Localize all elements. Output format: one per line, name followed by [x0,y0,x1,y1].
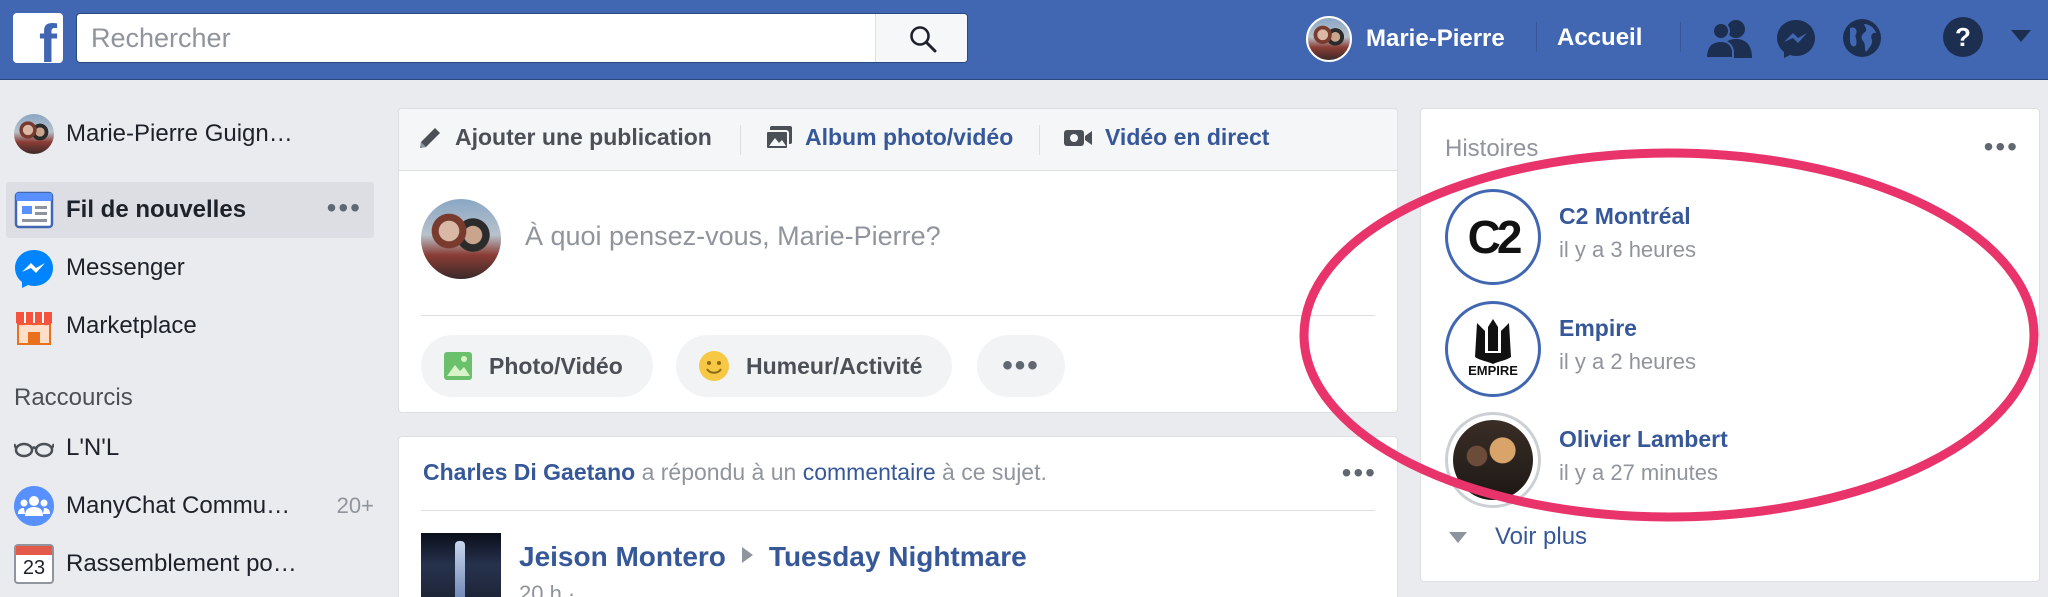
top-navigation-bar: f Marie-Pierre Accueil ? [0,0,2048,80]
live-video-icon [1064,129,1092,146]
chevron-down-icon [1449,531,1467,543]
comment-link[interactable]: commentaire [803,459,936,485]
friends-icon[interactable] [1706,18,1754,58]
avatar [421,199,501,279]
sidebar-item-label: ManyChat Commu… [66,492,291,519]
tab-photo-album[interactable]: Album photo/vidéo [765,124,1013,151]
post-options-icon[interactable]: ••• [1342,457,1377,489]
composer-text-input[interactable]: À quoi pensez-vous, Marie-Pierre? [525,221,941,252]
story-item[interactable]: EMPIRE Empire il y a 2 heures [1445,301,2005,397]
photo-icon [444,352,472,380]
sidebar-item-label: Rassemblement po… [66,550,297,577]
shortcuts-heading: Raccourcis [14,384,133,411]
search-icon [910,26,937,53]
search-input[interactable] [77,14,875,62]
news-feed-icon [14,191,54,229]
photo-video-button[interactable]: Photo/Vidéo [421,335,653,397]
photo-album-icon [765,125,792,150]
divider [421,315,1375,316]
messenger-icon[interactable] [1776,18,1816,58]
profile-name: Marie-Pierre [1366,25,1505,52]
sidebar-item-label: Fil de nouvelles [66,196,247,223]
actor-link[interactable]: Charles Di Gaetano [423,459,635,485]
mood-activity-button[interactable]: Humeur/Activité [676,335,953,397]
avatar [14,114,54,154]
smiley-icon [699,351,729,381]
tab-add-post[interactable]: Ajouter une publication [417,124,712,151]
post-context-header: Charles Di Gaetano a répondu à un commen… [423,459,1047,485]
story-name: Olivier Lambert [1559,426,1728,452]
avatar [1306,16,1352,62]
facebook-logo-icon[interactable]: f [13,13,63,63]
sidebar-item-label: L'N'L [66,434,120,461]
notification-count: 20+ [336,493,374,518]
stories-heading: Histoires [1445,135,1539,162]
arrow-right-icon [741,547,753,563]
profile-link[interactable]: Marie-Pierre [1306,14,1505,64]
shortcut-item-manychat[interactable]: ManyChat Commu… 20+ [6,478,374,534]
avatar [1453,420,1533,500]
sidebar-item-label: Marie-Pierre Guign… [66,120,293,147]
more-options-icon[interactable]: ••• [327,192,362,224]
divider [740,125,741,155]
divider [1680,22,1681,52]
account-menu-caret-icon[interactable] [2011,30,2031,42]
post-composer: Ajouter une publication Album photo/vidé… [398,108,1398,413]
sidebar-item-messenger[interactable]: Messenger [6,240,374,296]
pencil-icon [420,127,440,148]
group-icon [14,486,54,526]
messenger-icon [15,250,53,288]
divider [1536,22,1537,52]
stories-options-icon[interactable]: ••• [1984,131,2019,163]
c2-montreal-logo: C2 [1467,211,1523,263]
glasses-icon [14,442,54,458]
sidebar-item-label: Messenger [66,254,185,281]
sidebar-item-profile[interactable]: Marie-Pierre Guign… [6,106,374,162]
group-link[interactable]: Tuesday Nightmare [769,541,1027,572]
notifications-globe-icon[interactable] [1842,18,1882,58]
sidebar-item-label: Marketplace [66,312,197,339]
composer-tabs: Ajouter une publication Album photo/vidé… [399,109,1397,171]
story-avatar-ring: C2 [1445,189,1541,285]
story-time: il y a 3 heures [1559,237,1696,262]
story-item[interactable]: C2 C2 Montréal il y a 3 heures [1445,189,2005,285]
story-avatar-ring [1445,412,1541,508]
story-avatar-ring: EMPIRE [1445,301,1541,397]
left-sidebar: Marie-Pierre Guign… Fil de nouvelles •••… [0,80,380,597]
help-icon[interactable]: ? [1943,17,1983,57]
sidebar-item-news-feed[interactable]: Fil de nouvelles ••• [6,182,374,238]
see-more-link[interactable]: Voir plus [1449,523,1587,551]
calendar-icon: 23 [14,544,54,584]
author-avatar[interactable] [421,533,501,597]
sidebar-item-marketplace[interactable]: Marketplace [6,298,374,354]
post-timestamp[interactable]: 20 h · [519,581,575,597]
divider [1039,125,1040,155]
author-link[interactable]: Jeison Montero [519,541,726,572]
home-link[interactable]: Accueil [1557,24,1642,52]
shortcut-item-rassemblement[interactable]: 23 Rassemblement po… [6,536,374,592]
search-box [76,13,968,63]
stories-panel: Histoires ••• C2 C2 Montréal il y a 3 he… [1420,108,2040,582]
story-time: il y a 27 minutes [1559,460,1718,485]
divider [421,510,1375,511]
post-author-line: Jeison Montero Tuesday Nightmare [519,541,1027,573]
story-item[interactable]: Olivier Lambert il y a 27 minutes [1445,412,2005,508]
more-actions-button[interactable]: ••• [977,335,1065,397]
empire-logo: EMPIRE [1453,309,1533,389]
story-name: Empire [1559,315,1637,341]
tab-live-video[interactable]: Vidéo en direct [1063,124,1269,151]
story-name: C2 Montréal [1559,203,1691,229]
feed-post: Charles Di Gaetano a répondu à un commen… [398,436,1398,597]
story-time: il y a 2 heures [1559,349,1696,374]
marketplace-icon [16,312,52,345]
search-button[interactable] [875,14,967,62]
shortcut-item-lnl[interactable]: L'N'L [6,420,374,476]
